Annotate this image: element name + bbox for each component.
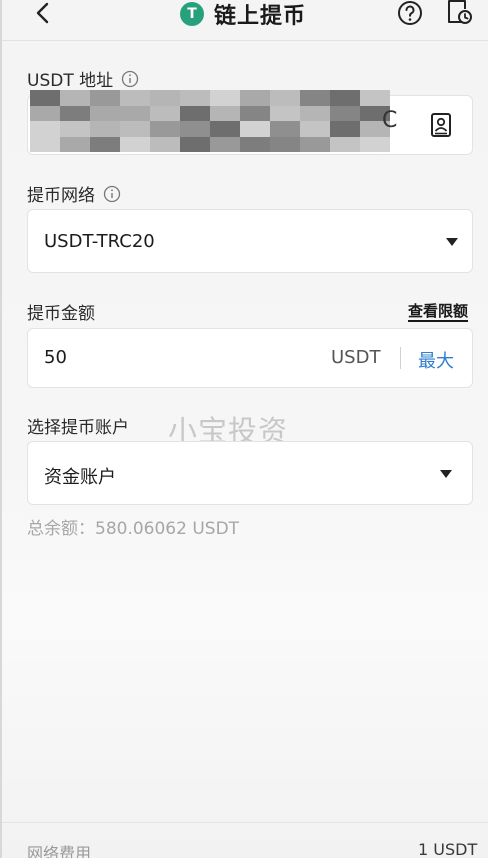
- mosaic-cell: [120, 90, 150, 106]
- mosaic-cell: [240, 121, 270, 137]
- mosaic-cell: [330, 121, 360, 137]
- mosaic-cell: [30, 90, 60, 106]
- mosaic-cell: [240, 136, 270, 152]
- chevron-down-icon: [440, 470, 452, 478]
- mosaic-cell: [240, 105, 270, 121]
- mosaic-cell: [90, 121, 120, 137]
- mosaic-cell: [60, 136, 90, 152]
- address-mosaic: [30, 90, 390, 152]
- account-selected: 资金账户: [44, 467, 116, 488]
- mosaic-cell: [300, 90, 330, 106]
- chevron-down-icon: [446, 238, 458, 246]
- network-selected: USDT-TRC20: [44, 231, 155, 252]
- total-balance: 总余额：580.06062 USDT: [27, 519, 240, 539]
- mosaic-cell: [240, 90, 270, 106]
- mosaic-cell: [150, 105, 180, 121]
- info-icon[interactable]: [103, 185, 121, 203]
- fee-divider: [2, 822, 488, 823]
- mosaic-cell: [60, 90, 90, 106]
- contact-book-icon[interactable]: [430, 112, 452, 138]
- mosaic-cell: [210, 121, 240, 137]
- mosaic-cell: [330, 90, 360, 106]
- mosaic-cell: [60, 121, 90, 137]
- unit-divider: [400, 347, 401, 369]
- mosaic-cell: [270, 90, 300, 106]
- mosaic-cell: [90, 136, 120, 152]
- mosaic-cell: [150, 136, 180, 152]
- header-divider: [2, 40, 488, 41]
- amount-label: 提币金额: [27, 299, 95, 324]
- amount-value: 50: [44, 347, 67, 368]
- mosaic-cell: [90, 105, 120, 121]
- tether-coin-icon: T: [180, 2, 204, 26]
- mosaic-cell: [150, 121, 180, 137]
- account-select[interactable]: 资金账户: [27, 441, 473, 505]
- back-arrow-icon[interactable]: [30, 0, 56, 28]
- network-label: 提币网络: [27, 181, 121, 206]
- mosaic-cell: [180, 105, 210, 121]
- title-group: T 链上提币: [180, 0, 307, 29]
- mosaic-cell: [120, 121, 150, 137]
- address-label-text: USDT 地址: [27, 71, 114, 91]
- mosaic-cell: [90, 90, 120, 106]
- mosaic-cell: [30, 121, 60, 137]
- mosaic-cell: [270, 105, 300, 121]
- account-label: 选择提币账户: [27, 413, 129, 438]
- mosaic-cell: [180, 121, 210, 137]
- withdraw-screen: T 链上提币 USDT 地址 C 提币网络 USDT-TRC20 提币金额 查看…: [0, 0, 488, 858]
- mosaic-cell: [180, 136, 210, 152]
- max-button[interactable]: 最大: [418, 347, 454, 373]
- mosaic-cell: [300, 121, 330, 137]
- mosaic-cell: [360, 136, 390, 152]
- address-label: USDT 地址: [27, 66, 139, 91]
- info-icon[interactable]: [121, 70, 139, 88]
- network-fee-value: 1 USDT: [418, 840, 478, 858]
- amount-label-text: 提币金额: [27, 304, 95, 324]
- mosaic-cell: [30, 136, 60, 152]
- mosaic-cell: [210, 136, 240, 152]
- mosaic-cell: [210, 105, 240, 121]
- address-visible-tail: C: [382, 108, 398, 133]
- mosaic-cell: [120, 136, 150, 152]
- mosaic-cell: [150, 90, 180, 106]
- mosaic-cell: [330, 105, 360, 121]
- page-title: 链上提币: [214, 4, 307, 29]
- network-label-text: 提币网络: [27, 186, 95, 206]
- mosaic-cell: [210, 90, 240, 106]
- mosaic-cell: [330, 136, 360, 152]
- amount-input[interactable]: 50 USDT 最大: [27, 328, 473, 388]
- mosaic-cell: [270, 136, 300, 152]
- mosaic-cell: [60, 105, 90, 121]
- amount-unit: USDT: [331, 347, 381, 368]
- mosaic-cell: [180, 90, 210, 106]
- mosaic-cell: [300, 136, 330, 152]
- mosaic-cell: [270, 121, 300, 137]
- help-icon[interactable]: [396, 0, 424, 28]
- mosaic-cell: [300, 105, 330, 121]
- network-fee-label: 网络费用: [27, 844, 92, 858]
- header-bar: T 链上提币: [2, 0, 488, 40]
- history-icon[interactable]: [444, 0, 474, 28]
- account-label-text: 选择提币账户: [27, 418, 129, 438]
- mosaic-cell: [120, 105, 150, 121]
- mosaic-cell: [30, 105, 60, 121]
- view-limits-link[interactable]: 查看限额: [408, 302, 469, 322]
- mosaic-cell: [360, 90, 390, 106]
- network-select[interactable]: USDT-TRC20: [27, 209, 473, 273]
